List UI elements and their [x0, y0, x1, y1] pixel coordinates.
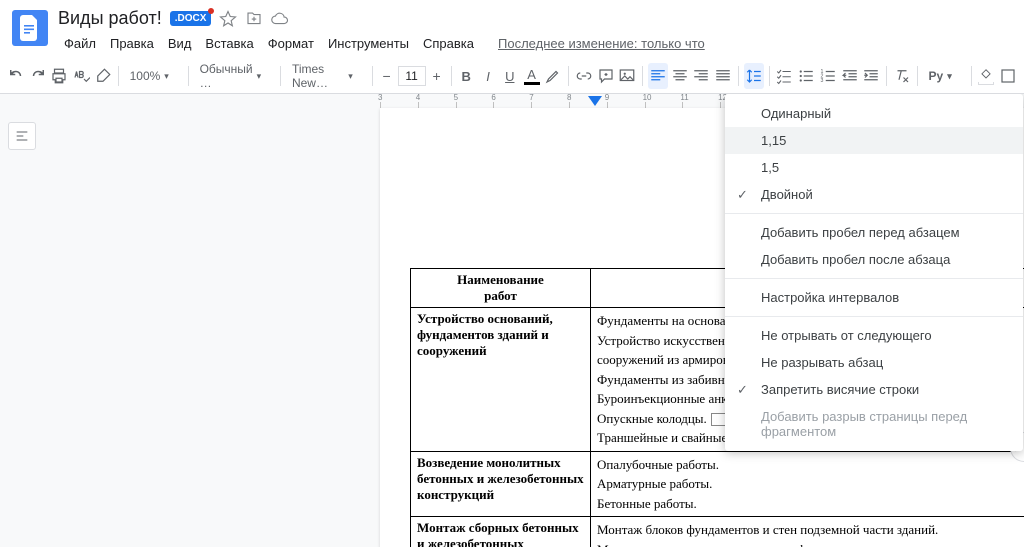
space-before[interactable]: Добавить пробел перед абзацем: [725, 219, 1023, 246]
redo-button[interactable]: [28, 63, 48, 89]
menu-file[interactable]: Файл: [58, 33, 102, 54]
spacing-double[interactable]: ✓Двойной: [725, 181, 1023, 208]
docs-logo-icon[interactable]: [12, 10, 48, 46]
row-title: Возведение монолитных бетонных и железоб…: [411, 451, 591, 517]
separator: [372, 66, 373, 86]
numbered-list-button[interactable]: 123: [818, 63, 838, 89]
checklist-button[interactable]: [774, 63, 794, 89]
separator: [451, 66, 452, 86]
font-select[interactable]: Times New…: [286, 64, 367, 88]
separator: [188, 66, 189, 86]
menu-format[interactable]: Формат: [262, 33, 320, 54]
separator: [886, 66, 887, 86]
doc-title[interactable]: Виды работ!: [58, 8, 162, 29]
separator: [280, 66, 281, 86]
menu-insert[interactable]: Вставка: [199, 33, 259, 54]
table-header: Наименованиеработ: [411, 269, 591, 308]
style-select[interactable]: Обычный …: [194, 64, 276, 88]
bulleted-list-button[interactable]: [796, 63, 816, 89]
workspace: 345678910111213141516171819 Наименование…: [0, 94, 1024, 547]
spacing-15[interactable]: 1,5: [725, 154, 1023, 181]
menubar: Файл Правка Вид Вставка Формат Инструмен…: [58, 33, 705, 54]
editing-mode-select[interactable]: Ру: [923, 64, 966, 88]
print-button[interactable]: [50, 63, 70, 89]
separator: [971, 66, 972, 86]
menu-tools[interactable]: Инструменты: [322, 33, 415, 54]
separator: [725, 278, 1023, 279]
underline-button[interactable]: U: [500, 63, 520, 89]
table-row: Монтаж сборных бетонных и железобетонных…: [411, 517, 1024, 547]
separator: [568, 66, 569, 86]
menu-edit[interactable]: Правка: [104, 33, 160, 54]
spacing-single[interactable]: Одинарный: [725, 100, 1023, 127]
italic-button[interactable]: I: [478, 63, 498, 89]
keep-together[interactable]: Не разрывать абзац: [725, 349, 1023, 376]
svg-text:3: 3: [820, 78, 823, 84]
cloud-status-icon[interactable]: [271, 10, 289, 28]
ruler-indent-marker-icon[interactable]: [588, 96, 602, 106]
paint-format-button[interactable]: [93, 63, 113, 89]
indent-decrease-button[interactable]: [840, 63, 860, 89]
line-spacing-button[interactable]: [744, 63, 764, 89]
menu-view[interactable]: Вид: [162, 33, 198, 54]
insert-comment-button[interactable]: [596, 63, 616, 89]
align-right-button[interactable]: [692, 63, 712, 89]
font-size-increase[interactable]: +: [428, 66, 446, 86]
separator: [738, 66, 739, 86]
font-size-input[interactable]: 11: [398, 66, 426, 86]
move-icon[interactable]: [245, 10, 263, 28]
highlight-button[interactable]: [543, 63, 563, 89]
custom-spacing[interactable]: Настройка интервалов: [725, 284, 1023, 311]
docx-badge: .DOCX: [170, 11, 212, 26]
align-justify-button[interactable]: [713, 63, 733, 89]
separator: [725, 316, 1023, 317]
table-row: Возведение монолитных бетонных и железоб…: [411, 451, 1024, 517]
page-break-before[interactable]: Добавить разрыв страницы перед фрагменто…: [725, 403, 1023, 445]
star-icon[interactable]: [219, 10, 237, 28]
toolbar: 100% Обычный … Times New… − 11 + B I U A…: [0, 58, 1024, 94]
row-title: Монтаж сборных бетонных и железобетонных…: [411, 517, 591, 547]
insert-link-button[interactable]: [574, 63, 594, 89]
indent-increase-button[interactable]: [861, 63, 881, 89]
insert-image-button[interactable]: [617, 63, 637, 89]
fill-color-button[interactable]: [976, 63, 996, 89]
separator: [118, 66, 119, 86]
last-edit-link[interactable]: Последнее изменение: только что: [498, 36, 705, 51]
row-content: Монтаж блоков фундаментов и стен подземн…: [591, 517, 1024, 547]
border-button[interactable]: [998, 63, 1018, 89]
outline-toggle-icon[interactable]: [8, 122, 36, 150]
menu-help[interactable]: Справка: [417, 33, 480, 54]
spellcheck-button[interactable]: [71, 63, 91, 89]
zoom-select[interactable]: 100%: [124, 64, 183, 88]
align-left-button[interactable]: [648, 63, 668, 89]
widow-control[interactable]: ✓Запретить висячие строки: [725, 376, 1023, 403]
align-center-button[interactable]: [670, 63, 690, 89]
font-size-decrease[interactable]: −: [378, 66, 396, 86]
separator: [769, 66, 770, 86]
undo-button[interactable]: [6, 63, 26, 89]
clear-formatting-button[interactable]: [892, 63, 912, 89]
text-color-button[interactable]: A: [522, 63, 542, 89]
separator: [917, 66, 918, 86]
separator: [642, 66, 643, 86]
keep-with-next[interactable]: Не отрывать от следующего: [725, 322, 1023, 349]
separator: [725, 213, 1023, 214]
row-title: Устройство оснований, фундаментов зданий…: [411, 308, 591, 452]
row-content: Опалубочные работы.Арматурные работы.Бет…: [591, 451, 1024, 517]
font-size-control: − 11 +: [378, 66, 446, 86]
header: Виды работ! .DOCX Файл Правка Вид Вставк…: [0, 0, 1024, 58]
space-after[interactable]: Добавить пробел после абзаца: [725, 246, 1023, 273]
spacing-115[interactable]: 1,15: [725, 127, 1023, 154]
line-spacing-dropdown: Одинарный 1,15 1,5 ✓Двойной Добавить про…: [725, 94, 1023, 451]
bold-button[interactable]: B: [456, 63, 476, 89]
